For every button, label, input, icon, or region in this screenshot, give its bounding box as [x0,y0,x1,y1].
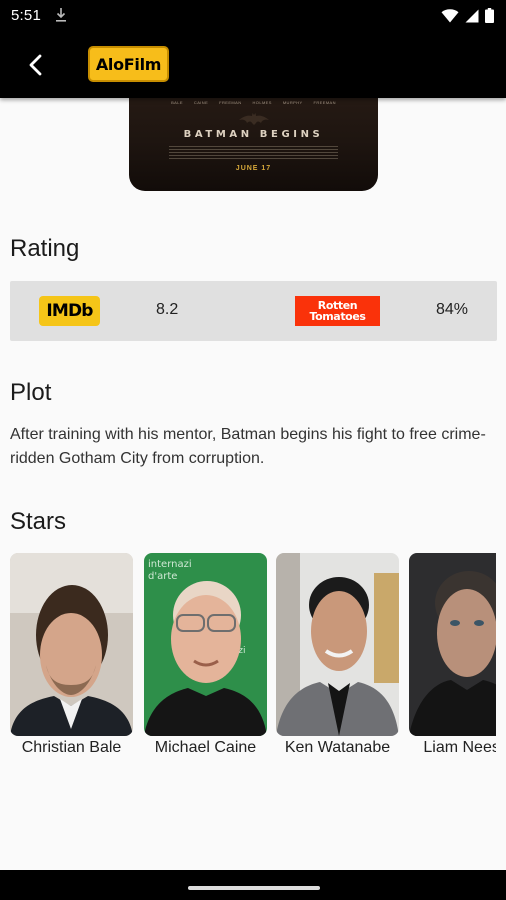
svg-text:d'arte: d'arte [148,571,177,582]
star-name: Liam Neeson [423,739,496,756]
star-photo [409,553,496,736]
star-name: Michael Caine [154,739,257,756]
poster-title: BATMAN BEGINS [183,129,324,140]
star-card-ken-watanabe[interactable]: Ken Watanabe [276,553,399,757]
status-time: 5:51 [11,7,41,24]
star-card-christian-bale[interactable]: Christian Bale [10,553,133,757]
rating-heading: Rating [10,235,80,262]
app-logo: AloFilm [88,46,169,82]
star-photo: internazi d'arte mazi [144,553,267,736]
rating-box: IMDb 8.2 Rotten Tomatoes 84% [10,281,497,341]
wifi-icon [441,8,459,22]
svg-text:internazi: internazi [148,559,192,570]
system-nav-bar [0,870,506,900]
app-bar: AloFilm [0,32,506,98]
star-card-michael-caine[interactable]: internazi d'arte mazi Michael Caine [144,553,267,757]
imdb-rating-value: 8.2 [156,301,179,318]
poster-cast-names: BALE CAINE FREEMAN HOLMES MURPHY FREEMAN [171,100,336,105]
plot-heading: Plot [10,379,52,406]
download-icon [56,8,66,22]
star-photo [276,553,399,736]
home-gesture-handle[interactable] [188,886,320,890]
back-arrow-icon [29,54,42,76]
rotten-tomatoes-logo: Rotten Tomatoes [295,296,380,326]
imdb-logo: IMDb [39,296,100,326]
back-button[interactable] [16,46,54,84]
status-bar: 5:51 [0,0,506,32]
plot-text: After training with his mentor, Batman b… [10,426,486,467]
star-card-liam-neeson[interactable]: Liam Neeson [409,553,496,757]
star-photo [10,553,133,736]
star-name: Ken Watanabe [284,739,391,756]
star-name: Christian Bale [21,739,122,756]
bat-logo-icon [129,112,378,130]
battery-icon [485,8,494,23]
signal-icon [465,9,479,22]
poster-credits-block [169,146,338,160]
poster-release-date: JUNE 17 [235,165,272,172]
stars-carousel[interactable]: Christian Bale internazi d'arte mazi Mic… [10,553,496,765]
stars-heading: Stars [10,508,67,535]
system-icons [441,8,494,23]
rotten-tomatoes-value: 84% [436,301,469,318]
